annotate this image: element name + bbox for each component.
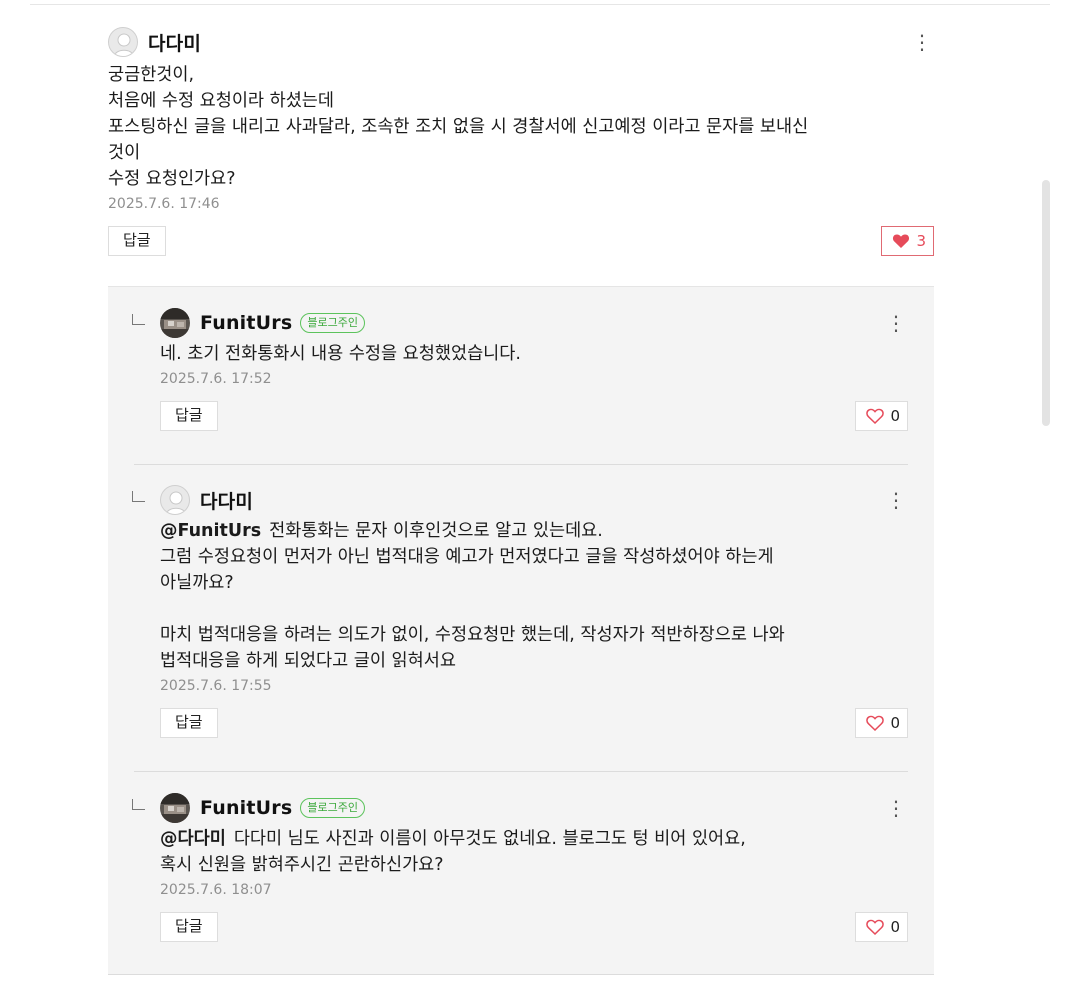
- reply-button[interactable]: 답글: [160, 401, 218, 431]
- reply-header: FunitUrs 블로그주인 ⋮: [160, 308, 908, 338]
- reply-text-body: 다다미 님도 사진과 이름이 아무것도 없네요. 블로그도 텅 비어 있어요, …: [160, 829, 746, 875]
- heart-outline-icon: [866, 919, 885, 935]
- mention-link[interactable]: @다다미: [160, 829, 226, 849]
- reply-header: FunitUrs 블로그주인 ⋮: [160, 793, 908, 823]
- like-count: 0: [890, 918, 900, 936]
- comment-date: 2025.7.6. 17:46: [108, 196, 220, 212]
- reply-divider: [134, 771, 908, 772]
- blog-owner-badge: 블로그주인: [300, 798, 365, 818]
- like-button[interactable]: 0: [855, 401, 908, 431]
- reply-author[interactable]: 다다미: [200, 487, 253, 514]
- comment: 다다미 ⋮ 궁금한것이, 처음에 수정 요청이라 하셨는데 포스팅하신 글을 내…: [108, 27, 934, 256]
- heart-filled-icon: [893, 234, 910, 248]
- default-avatar-icon[interactable]: [108, 27, 138, 57]
- reply-author[interactable]: FunitUrs: [200, 797, 292, 819]
- reply-text-body: 네. 초기 전화통화시 내용 수정을 요청했었습니다.: [160, 344, 521, 364]
- top-divider: [30, 4, 1050, 5]
- reply-text: @다다미 다다미 님도 사진과 이름이 아무것도 없네요. 블로그도 텅 비어 있…: [160, 826, 908, 878]
- reply-indent-icon: [132, 799, 145, 810]
- more-options-icon[interactable]: ⋮: [884, 313, 908, 333]
- reply-item: FunitUrs 블로그주인 ⋮ @다다미 다다미 님도 사진과 이름이 아무것도…: [160, 793, 908, 942]
- default-avatar-icon[interactable]: [160, 485, 190, 515]
- reply-button[interactable]: 답글: [160, 708, 218, 738]
- reply-author[interactable]: FunitUrs: [200, 312, 292, 334]
- reply-button[interactable]: 답글: [108, 226, 166, 256]
- bottom-divider: [108, 974, 934, 975]
- reply-button[interactable]: 답글: [160, 912, 218, 942]
- reply-divider: [134, 464, 908, 465]
- reply-date: 2025.7.6. 18:07: [160, 882, 272, 898]
- reply-text: @FunitUrs 전화통화는 문자 이후인것으로 알고 있는데요. 그럼 수정요…: [160, 518, 908, 674]
- profile-photo-avatar[interactable]: [160, 308, 190, 338]
- like-button[interactable]: 0: [855, 912, 908, 942]
- scrollbar-thumb[interactable]: [1042, 180, 1050, 426]
- mention-link[interactable]: @FunitUrs: [160, 521, 261, 541]
- profile-photo-avatar[interactable]: [160, 793, 190, 823]
- like-count: 0: [890, 714, 900, 732]
- heart-outline-icon: [866, 408, 885, 424]
- comment-author[interactable]: 다다미: [148, 29, 201, 56]
- like-button[interactable]: 0: [855, 708, 908, 738]
- like-count: 0: [890, 407, 900, 425]
- reply-date: 2025.7.6. 17:52: [160, 371, 272, 387]
- reply-date: 2025.7.6. 17:55: [160, 678, 272, 694]
- blog-owner-badge: 블로그주인: [300, 313, 365, 333]
- more-options-icon[interactable]: ⋮: [884, 798, 908, 818]
- like-button[interactable]: 3: [881, 226, 934, 256]
- reply-text-body: 전화통화는 문자 이후인것으로 알고 있는데요. 그럼 수정요청이 먼저가 아닌…: [160, 521, 785, 671]
- more-options-icon[interactable]: ⋮: [884, 490, 908, 510]
- more-options-icon[interactable]: ⋮: [910, 32, 934, 52]
- reply-header: 다다미 ⋮: [160, 485, 908, 515]
- comment-header: 다다미 ⋮: [108, 27, 934, 57]
- reply-indent-icon: [132, 491, 145, 502]
- reply-indent-icon: [132, 314, 145, 325]
- heart-outline-icon: [866, 715, 885, 731]
- like-count: 3: [916, 232, 926, 250]
- reply-text: 네. 초기 전화통화시 내용 수정을 요청했었습니다.: [160, 341, 908, 367]
- comment-text: 궁금한것이, 처음에 수정 요청이라 하셨는데 포스팅하신 글을 내리고 사과달…: [108, 65, 809, 189]
- reply-item: FunitUrs 블로그주인 ⋮ 네. 초기 전화통화시 내용 수정을 요청했었…: [160, 308, 908, 431]
- reply-item: 다다미 ⋮ @FunitUrs 전화통화는 문자 이후인것으로 알고 있는데요. …: [160, 485, 908, 738]
